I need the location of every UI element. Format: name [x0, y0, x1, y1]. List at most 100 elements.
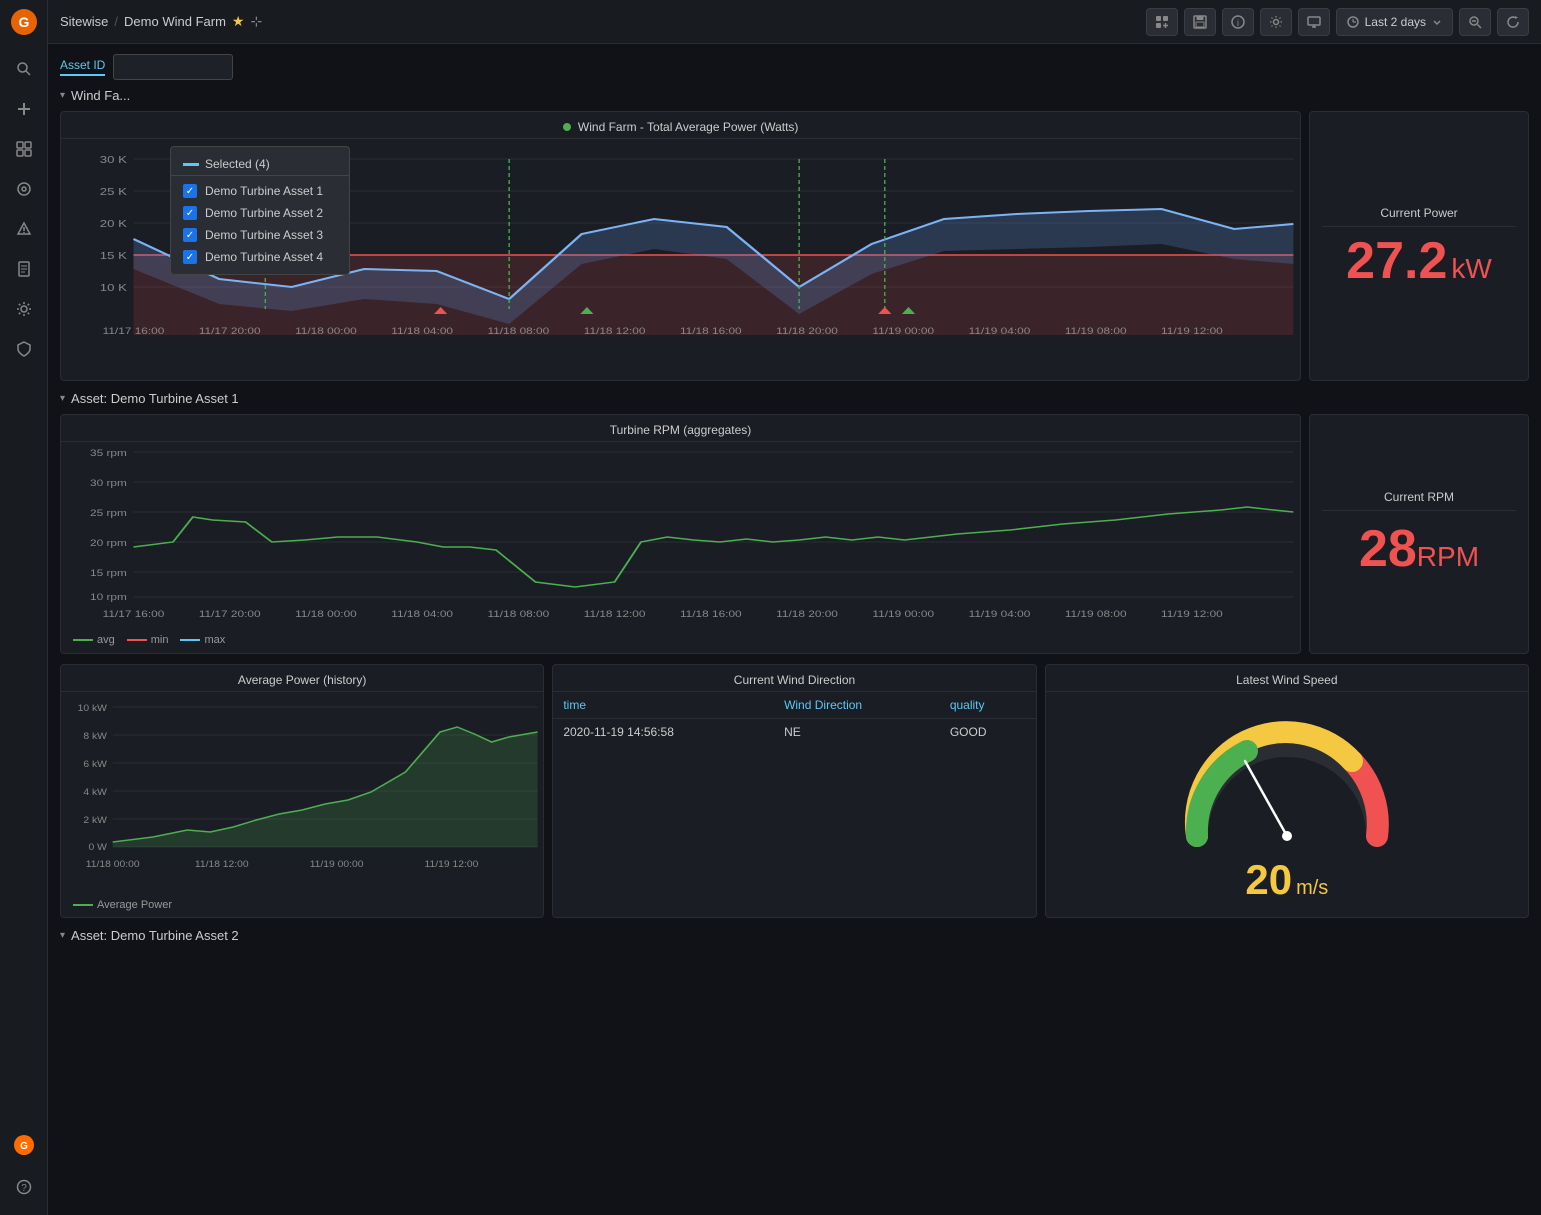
content-area: Asset ID ▾ Wind Fa... Selected (4) ✓ Dem…	[48, 44, 1541, 1215]
dropdown-selected-count: Selected (4)	[205, 157, 270, 171]
svg-text:11/19 12:00: 11/19 12:00	[1161, 326, 1223, 336]
turbine-section-header[interactable]: ▾ Asset: Demo Turbine Asset 1	[60, 391, 1529, 406]
rpm-chart-svg: 35 rpm 30 rpm 25 rpm 20 rpm 15 rpm 10 rp…	[61, 442, 1300, 627]
svg-text:11/18 12:00: 11/18 12:00	[584, 326, 646, 336]
checkbox-4[interactable]: ✓	[183, 250, 197, 264]
kpi-power-title: Current Power	[1322, 206, 1516, 227]
legend-avg-power-label: Average Power	[97, 899, 172, 911]
svg-text:?: ?	[21, 1183, 27, 1194]
info-button[interactable]: i	[1222, 8, 1254, 36]
svg-text:35 rpm: 35 rpm	[90, 448, 127, 458]
svg-text:11/19 08:00: 11/19 08:00	[1065, 609, 1127, 619]
rpm-chart-legend: avg min max	[61, 630, 1300, 652]
dropdown-item-label-2: Demo Turbine Asset 2	[205, 206, 323, 220]
kpi-rpm-value-row: 28 RPM	[1359, 519, 1479, 579]
sidebar-item-settings[interactable]	[6, 291, 42, 327]
svg-text:25 rpm: 25 rpm	[90, 508, 127, 518]
svg-text:11/17 16:00: 11/17 16:00	[103, 609, 165, 619]
asset-id-label: Asset ID	[60, 58, 105, 76]
settings-button[interactable]	[1260, 8, 1292, 36]
svg-text:11/18 20:00: 11/18 20:00	[776, 326, 838, 336]
kpi-rpm-value: 28	[1359, 519, 1417, 579]
sidebar-item-reports[interactable]	[6, 251, 42, 287]
time-range-button[interactable]: Last 2 days	[1336, 8, 1453, 36]
legend-max: max	[180, 634, 225, 646]
legend-min-label: min	[151, 634, 169, 646]
kpi-power-value: 27.2	[1346, 235, 1447, 287]
sidebar-item-dashboards[interactable]	[6, 131, 42, 167]
svg-text:11/19 12:00: 11/19 12:00	[425, 860, 479, 870]
sidebar-item-add[interactable]	[6, 91, 42, 127]
asset-id-input[interactable]	[113, 54, 233, 80]
monitor-button[interactable]	[1298, 8, 1330, 36]
sidebar-item-user[interactable]: G	[6, 1127, 42, 1163]
svg-text:15 K: 15 K	[100, 250, 127, 261]
dropdown-item-label-4: Demo Turbine Asset 4	[205, 250, 323, 264]
wind-farm-chart-title: Wind Farm - Total Average Power (Watts)	[61, 112, 1300, 139]
svg-text:6 kW: 6 kW	[83, 760, 107, 770]
checkbox-3[interactable]: ✓	[183, 228, 197, 242]
asset-2-label: Asset: Demo Turbine Asset 2	[71, 928, 239, 943]
legend-avg: avg	[73, 634, 115, 646]
checkbox-1[interactable]: ✓	[183, 184, 197, 198]
cell-time-1: 2020-11-19 14:56:58	[553, 719, 774, 746]
breadcrumb-page: Demo Wind Farm	[124, 14, 226, 29]
turbine-chevron: ▾	[60, 393, 65, 404]
refresh-button[interactable]	[1497, 8, 1529, 36]
legend-max-label: max	[204, 634, 225, 646]
dropdown-item-3[interactable]: ✓ Demo Turbine Asset 3	[171, 224, 349, 246]
svg-text:20 rpm: 20 rpm	[90, 538, 127, 548]
svg-text:11/18 00:00: 11/18 00:00	[86, 860, 140, 870]
time-range-label: Last 2 days	[1365, 15, 1426, 29]
wind-speed-panel: Latest Wind Speed	[1045, 664, 1529, 918]
avg-power-legend: Average Power	[61, 895, 543, 917]
gauge-container: 20 m/s	[1167, 692, 1407, 917]
topbar: Sitewise / Demo Wind Farm ★ ⊹	[48, 0, 1541, 44]
svg-text:i: i	[1237, 18, 1239, 28]
topbar-actions: i	[1146, 8, 1529, 36]
gauge-value-row: 20 m/s	[1245, 856, 1328, 904]
current-power-panel: Current Power 27.2 kW	[1309, 111, 1529, 381]
save-button[interactable]	[1184, 8, 1216, 36]
turbine-asset-1-section: ▾ Asset: Demo Turbine Asset 1 Turbine RP…	[60, 391, 1529, 654]
svg-text:11/17 20:00: 11/17 20:00	[199, 326, 261, 336]
svg-text:11/19 00:00: 11/19 00:00	[872, 326, 934, 336]
cell-quality-1: GOOD	[940, 719, 1036, 746]
sidebar-item-security[interactable]	[6, 331, 42, 367]
dropdown-item-1[interactable]: ✓ Demo Turbine Asset 1	[171, 180, 349, 202]
svg-text:G: G	[20, 1141, 28, 1152]
avg-power-chart-svg: 10 kW 8 kW 6 kW 4 kW 2 kW 0 W 11/18 00:0…	[61, 692, 543, 892]
breadcrumb: Sitewise / Demo Wind Farm ★ ⊹	[60, 13, 262, 30]
favorite-icon[interactable]: ★	[232, 13, 245, 30]
svg-text:11/18 00:00: 11/18 00:00	[295, 609, 357, 619]
dropdown-item-4[interactable]: ✓ Demo Turbine Asset 4	[171, 246, 349, 268]
asset-2-section-header[interactable]: ▾ Asset: Demo Turbine Asset 2	[60, 928, 1529, 943]
kpi-rpm-title: Current RPM	[1322, 490, 1516, 511]
checkbox-2[interactable]: ✓	[183, 206, 197, 220]
add-panel-button[interactable]	[1146, 8, 1178, 36]
sidebar-item-alerts[interactable]	[6, 211, 42, 247]
turbine-asset-2-section: ▾ Asset: Demo Turbine Asset 2	[60, 928, 1529, 943]
svg-text:11/18 16:00: 11/18 16:00	[680, 609, 742, 619]
svg-text:11/18 12:00: 11/18 12:00	[584, 609, 646, 619]
svg-text:11/18 00:00: 11/18 00:00	[295, 326, 357, 336]
sidebar-item-help[interactable]: ?	[6, 1169, 42, 1205]
wind-farm-section-header[interactable]: ▾ Wind Fa...	[60, 88, 1529, 103]
app-logo[interactable]: G	[10, 8, 38, 39]
svg-text:11/18 04:00: 11/18 04:00	[391, 609, 453, 619]
svg-text:11/19 04:00: 11/19 04:00	[969, 326, 1031, 336]
dropdown-item-label-3: Demo Turbine Asset 3	[205, 228, 323, 242]
svg-text:30 K: 30 K	[100, 154, 127, 165]
asset-dropdown: Selected (4) ✓ Demo Turbine Asset 1 ✓ De…	[170, 146, 350, 275]
sidebar-item-assets[interactable]	[6, 171, 42, 207]
wind-direction-title: Current Wind Direction	[553, 665, 1035, 692]
asset-2-chevron: ▾	[60, 930, 65, 941]
gauge-value: 20	[1245, 856, 1292, 904]
dropdown-item-2[interactable]: ✓ Demo Turbine Asset 2	[171, 202, 349, 224]
zoom-out-button[interactable]	[1459, 8, 1491, 36]
dropdown-header-indicator	[183, 163, 199, 166]
sidebar-item-search[interactable]	[6, 51, 42, 87]
share-icon[interactable]: ⊹	[250, 13, 262, 30]
breadcrumb-sep: /	[114, 14, 118, 29]
rpm-chart-title: Turbine RPM (aggregates)	[61, 415, 1300, 442]
